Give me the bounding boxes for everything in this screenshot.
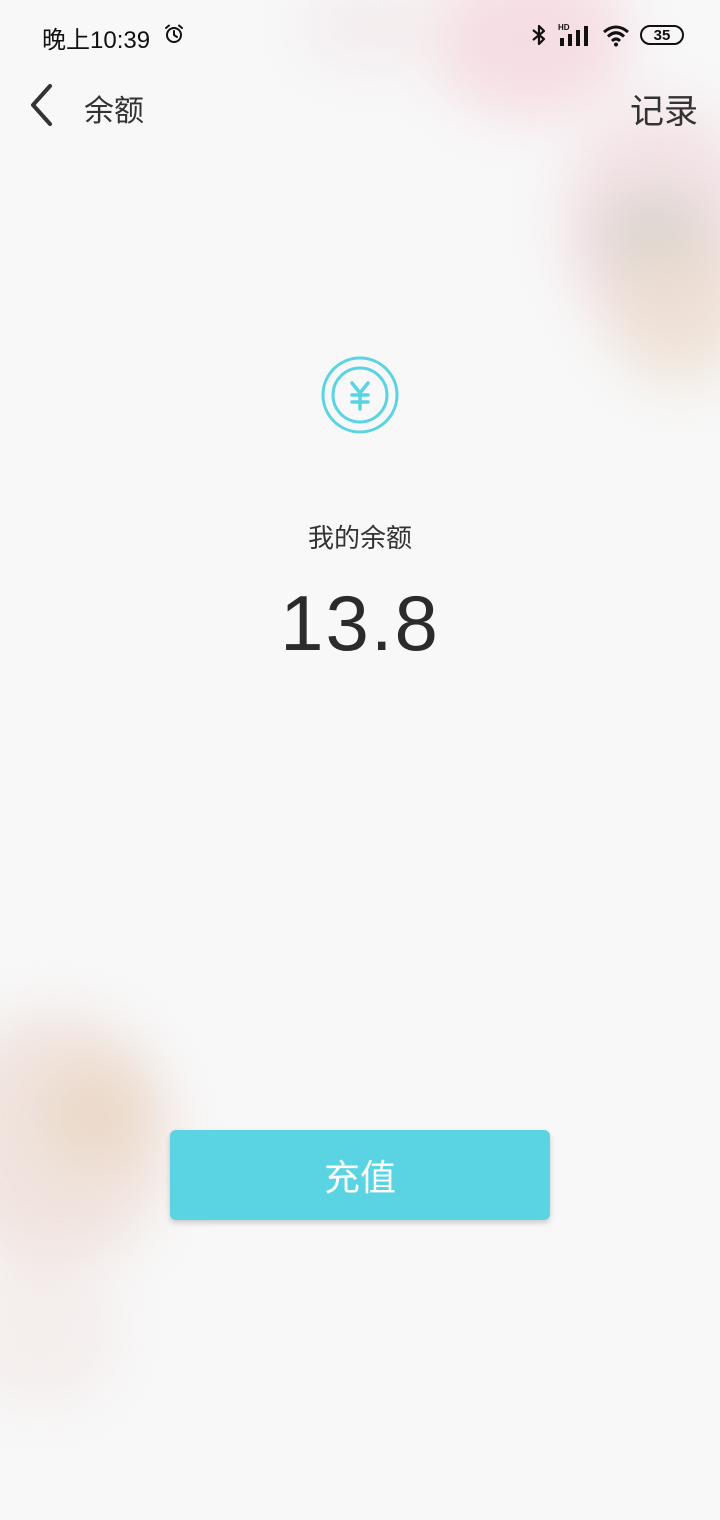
page-title: 余额: [84, 94, 144, 129]
background-decoration: [40, 1060, 150, 1170]
status-time: 晚上10:39: [42, 27, 151, 54]
bluetooth-icon: [532, 24, 546, 46]
status-icons: HD 35: [530, 22, 684, 48]
chevron-left-icon: [31, 84, 52, 126]
wifi-icon: [603, 25, 629, 47]
balance-amount: 13.8: [280, 579, 440, 667]
top-nav: 余额 记录: [0, 70, 720, 140]
alarm-icon: [165, 24, 183, 43]
yuan-coin-icon: [321, 356, 399, 434]
background-decoration: [0, 1250, 120, 1410]
battery-level: 35: [653, 26, 671, 44]
recharge-button[interactable]: 充值: [170, 1130, 550, 1220]
svg-text:HD: HD: [558, 23, 570, 32]
battery-icon: 35: [640, 25, 684, 45]
status-bar: 晚上10:39 HD 35: [0, 0, 720, 70]
balance-label: 我的余额: [307, 524, 412, 554]
balance-screen: 晚上10:39 HD 35 余额 记录 我的余额 13.8 充值: [0, 0, 720, 1520]
back-button[interactable]: [20, 78, 64, 132]
records-link[interactable]: 记录: [630, 84, 698, 133]
recharge-button-label: 充值: [323, 1158, 396, 1199]
hd-signal-icon: HD: [558, 23, 588, 46]
